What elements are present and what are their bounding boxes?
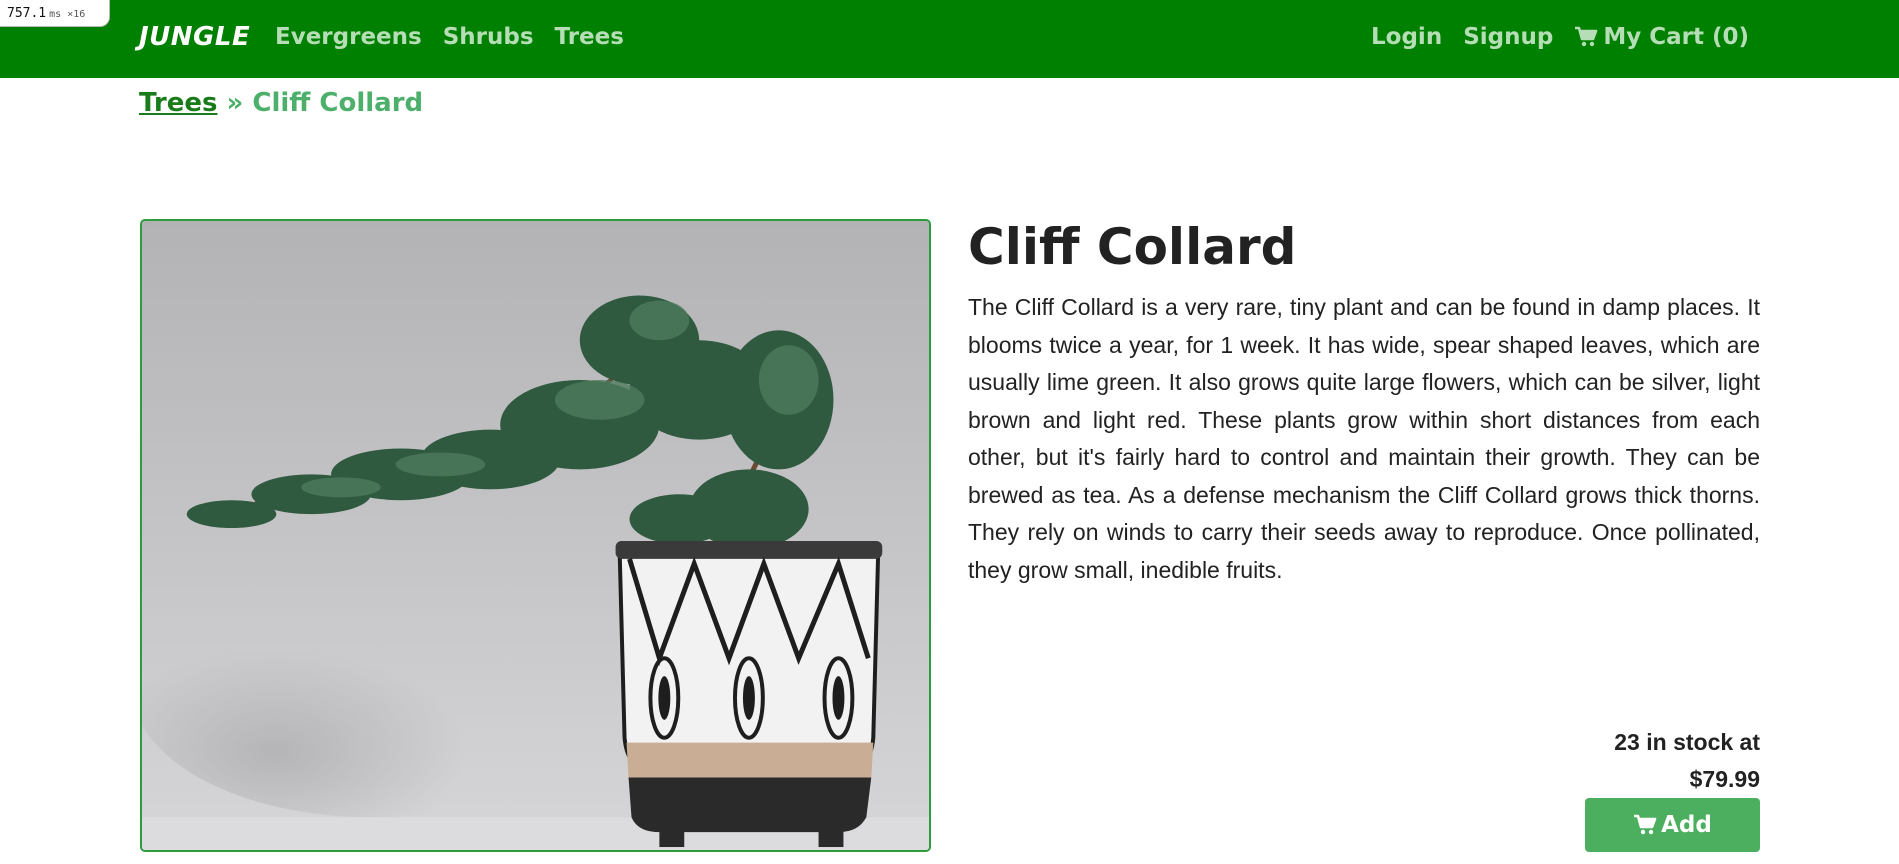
- cart-link[interactable]: My Cart (0): [1574, 24, 1749, 50]
- product-price: $79.99: [1689, 766, 1760, 792]
- category-nav: Evergreens Shrubs Trees: [275, 24, 624, 50]
- breadcrumb-trees-link[interactable]: Trees: [139, 88, 217, 118]
- shopping-cart-icon: [1634, 814, 1657, 835]
- stock-line: 23 in stock at: [1614, 729, 1760, 755]
- shopping-cart-icon: [1575, 26, 1598, 47]
- breadcrumb-separator: »: [226, 88, 244, 118]
- breadcrumb-current: Cliff Collard: [252, 88, 424, 118]
- navbar: JUNGLE Evergreens Shrubs Trees Login Sig…: [0, 0, 1899, 78]
- perf-value: 757.1: [7, 6, 47, 21]
- perf-overlay: 757.1 ms ×16: [0, 0, 110, 27]
- product-title: Cliff Collard: [968, 218, 1297, 276]
- add-button-label: Add: [1661, 812, 1712, 838]
- nav-link-shrubs[interactable]: Shrubs: [443, 24, 534, 50]
- login-link[interactable]: Login: [1371, 24, 1442, 50]
- breadcrumb: Trees » Cliff Collard: [139, 88, 423, 118]
- add-to-cart-button[interactable]: Add: [1585, 798, 1760, 852]
- brand-logo[interactable]: JUNGLE: [139, 22, 250, 52]
- nav-link-trees[interactable]: Trees: [555, 24, 624, 50]
- product-image: [140, 219, 931, 852]
- stock-info: 23 in stock at $79.99: [1614, 724, 1760, 798]
- cart-label: My Cart (0): [1603, 24, 1749, 50]
- perf-suffix: ms ×16: [49, 9, 86, 20]
- signup-link[interactable]: Signup: [1463, 24, 1553, 50]
- nav-link-evergreens[interactable]: Evergreens: [275, 24, 422, 50]
- product-description: The Cliff Collard is a very rare, tiny p…: [968, 294, 1760, 583]
- account-nav: Login Signup My Cart (0): [1371, 24, 1749, 50]
